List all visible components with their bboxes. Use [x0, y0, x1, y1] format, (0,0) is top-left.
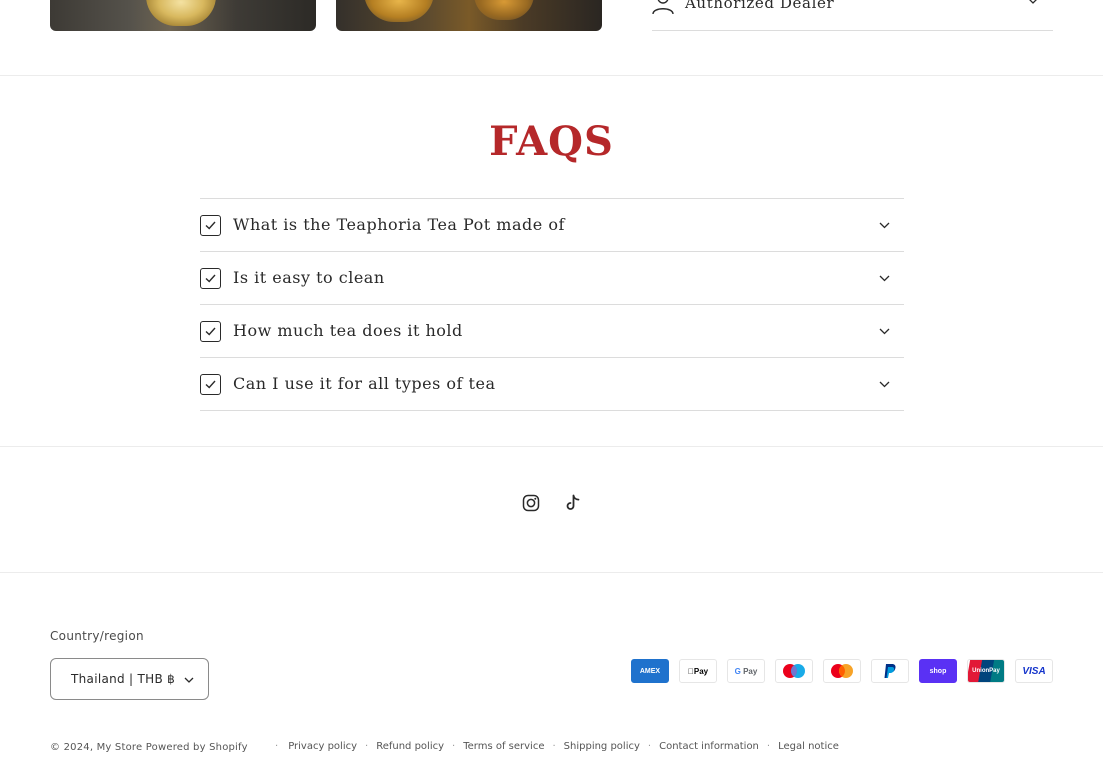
chevron-down-icon [879, 222, 890, 229]
faq-section: FAQS What is the Teaphoria Tea Pot made … [0, 75, 1103, 446]
faq-title: FAQS [489, 118, 614, 165]
shop-pay-icon: shop [919, 659, 957, 683]
separator: · [365, 741, 369, 752]
country-region-label: Country/region [50, 629, 144, 643]
privacy-policy-link[interactable]: Privacy policy [288, 741, 357, 752]
separator: · [647, 741, 652, 752]
shipping-policy-link[interactable]: Shipping policy [564, 741, 640, 752]
faq-question: Can I use it for all types of tea [233, 374, 496, 393]
footer: Country/region Thailand | THB ฿ AMEX Pa… [0, 446, 1103, 759]
authorized-dealer-accordion[interactable]: Authorized Dealer [652, 0, 1053, 31]
product-thumbnail-1[interactable] [50, 0, 316, 31]
contact-information-link[interactable]: Contact information [659, 741, 759, 752]
faq-item[interactable]: How much tea does it hold [200, 305, 904, 358]
legal-notice-link[interactable]: Legal notice [778, 741, 839, 752]
copyright-prefix: © 2024, [50, 742, 94, 753]
faq-question: Is it easy to clean [233, 268, 385, 287]
union-pay-icon: UnionPay [967, 659, 1005, 683]
authorized-dealer-label: Authorized Dealer [685, 0, 835, 12]
chevron-down-icon [1029, 0, 1037, 4]
separator: · [766, 741, 771, 752]
chevron-down-icon [879, 328, 890, 335]
separator: · [452, 741, 456, 752]
faq-question: What is the Teaphoria Tea Pot made of [233, 215, 565, 234]
powered-by-link[interactable]: Powered by Shopify [146, 742, 248, 753]
payment-icons: AMEX Pay G Pay shop UnionPay VISA [631, 659, 1053, 683]
separator: · [552, 741, 556, 752]
product-section-bottom: Authorized Dealer [0, 0, 1103, 75]
product-thumbnail-2[interactable] [336, 0, 602, 31]
chevron-down-icon [879, 275, 890, 282]
checkbox-icon [200, 321, 221, 342]
checkbox-icon [200, 215, 221, 236]
faq-item[interactable]: What is the Teaphoria Tea Pot made of [200, 199, 904, 252]
faq-list: What is the Teaphoria Tea Pot made of Is… [200, 198, 904, 411]
instagram-icon[interactable] [522, 494, 540, 512]
visa-icon: VISA [1015, 659, 1053, 683]
faq-question: How much tea does it hold [233, 321, 463, 340]
faq-item[interactable]: Can I use it for all types of tea [200, 358, 904, 411]
tiktok-icon[interactable] [564, 494, 582, 512]
country-select[interactable]: Thailand | THB ฿ [50, 658, 209, 700]
country-value: Thailand | THB ฿ [71, 672, 176, 686]
separator: · [275, 741, 279, 752]
terms-of-service-link[interactable]: Terms of service [463, 741, 544, 752]
paypal-icon [871, 659, 909, 683]
copyright: © 2024, My Store Powered by Shopify [50, 742, 248, 753]
chevron-down-icon [879, 381, 890, 388]
mastercard-icon [823, 659, 861, 683]
checkbox-icon [200, 268, 221, 289]
maestro-icon [775, 659, 813, 683]
amex-icon: AMEX [631, 659, 669, 683]
store-link[interactable]: My Store [97, 742, 143, 753]
google-pay-icon: G Pay [727, 659, 765, 683]
policy-links: · Privacy policy · Refund policy · Terms… [275, 741, 839, 752]
user-badge-icon [652, 0, 674, 14]
social-links [0, 447, 1103, 573]
apple-pay-icon: Pay [679, 659, 717, 683]
faq-item[interactable]: Is it easy to clean [200, 252, 904, 305]
checkbox-icon [200, 374, 221, 395]
chevron-down-icon [184, 677, 194, 683]
refund-policy-link[interactable]: Refund policy [376, 741, 444, 752]
